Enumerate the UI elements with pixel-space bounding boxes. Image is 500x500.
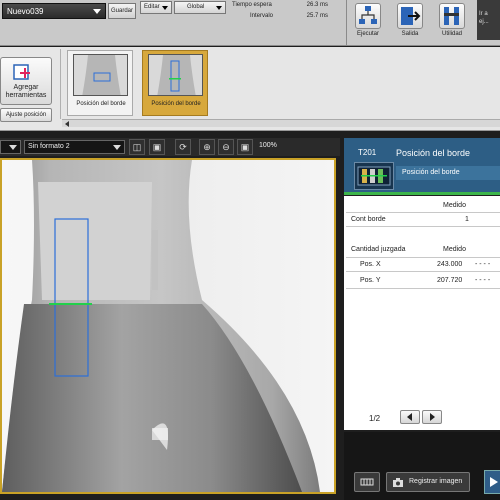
utility-label: Utilidad	[441, 31, 462, 37]
chevron-down-icon	[113, 145, 121, 150]
pos-x-limit: - - - -	[475, 261, 491, 268]
tool-card-edge-position-1[interactable]: Posición del borde	[67, 50, 133, 116]
add-tool-icon	[13, 64, 30, 80]
scene-select[interactable]: Nuevo039	[2, 3, 106, 19]
pos-x-value: 243.000	[437, 261, 463, 268]
chevron-down-icon	[162, 6, 168, 10]
save-button[interactable]: Guardar	[108, 3, 136, 19]
register-image-label: Registrar imagen	[409, 478, 463, 485]
adjust-position-button[interactable]: Ajuste posición	[0, 108, 52, 122]
edge-count-value: 1	[465, 216, 469, 223]
refresh-button[interactable]: ⟳	[175, 139, 191, 155]
register-image-button[interactable]: Registrar imagen	[386, 472, 470, 492]
pos-x-label: Pos. X	[360, 261, 381, 268]
results-page-indicator: 1/2	[369, 414, 381, 423]
interval-label: Intervalo	[250, 13, 274, 19]
zoom-level: 100%	[259, 142, 277, 149]
output-button[interactable]	[397, 3, 423, 29]
tool-thumbnail	[148, 54, 203, 96]
zoom-in-button[interactable]: ⊕	[199, 139, 215, 155]
pos-y-limit: - - - -	[475, 277, 491, 284]
tool-subtitle: Posición del borde	[396, 166, 500, 180]
tool-card-label: Posición del borde	[76, 101, 126, 107]
edit-menu[interactable]: Editar	[140, 1, 172, 14]
camera-icon	[393, 478, 403, 487]
interval-value: 25.7 ms	[306, 13, 328, 19]
zoom-in-icon: ⊕	[203, 142, 211, 152]
scene-name: Nuevo039	[7, 7, 44, 16]
run-button[interactable]	[355, 3, 381, 29]
tool-id: T201	[358, 148, 377, 157]
add-tools-label: Agregar herramientas	[0, 84, 52, 100]
utility-button[interactable]	[439, 3, 465, 29]
chevron-down-icon	[9, 145, 17, 150]
image-list-button[interactable]	[354, 472, 380, 492]
row-divider	[346, 271, 500, 272]
fit-window-icon: ▣	[240, 142, 250, 152]
zoom-out-button[interactable]: ⊖	[218, 139, 234, 155]
layout-icon: ◫	[132, 142, 142, 152]
tool-name: Posición del borde	[396, 148, 471, 158]
pos-y-label: Pos. Y	[360, 277, 381, 284]
run-test-button[interactable]	[484, 470, 500, 494]
row-divider	[346, 212, 500, 213]
judged-measured-header: Medido	[443, 246, 466, 253]
exec-text-2: ej...	[479, 19, 489, 25]
edge-position-tool-icon	[354, 162, 394, 190]
row-divider	[346, 226, 500, 227]
tool-thumbnail	[73, 54, 128, 96]
chevron-down-icon	[216, 6, 222, 10]
wait-time-label: Tiempo espera	[232, 2, 272, 8]
wrench-icon	[444, 7, 459, 25]
flow-icon	[359, 6, 377, 24]
camera-select[interactable]	[0, 140, 21, 154]
row-divider	[346, 288, 500, 289]
go-to-execution-button[interactable]: Ir a ej...	[477, 0, 500, 40]
image-format-select[interactable]: Sin formato 2	[24, 140, 125, 154]
image-format-value: Sin formato 2	[28, 143, 70, 150]
run-label: Ejecutar	[356, 31, 379, 37]
refresh-icon: ⟳	[179, 142, 187, 152]
play-icon	[490, 477, 498, 487]
results-table	[344, 196, 500, 430]
camera-image-view[interactable]	[0, 158, 336, 494]
palette-scrollbar[interactable]	[62, 119, 500, 127]
detected-edge-line	[49, 303, 92, 305]
wait-time-value: 26.3 ms	[306, 2, 328, 8]
lock-image-button[interactable]: ▣	[149, 139, 165, 155]
export-icon	[401, 7, 421, 25]
bottle-image	[2, 160, 334, 492]
exec-text-1: Ir a	[479, 11, 488, 17]
next-page-button[interactable]	[422, 410, 442, 424]
output-label: Salida	[401, 31, 419, 37]
toolbar-divider	[346, 0, 347, 46]
camera-image	[2, 160, 334, 492]
fit-to-window-button[interactable]: ▣	[237, 139, 253, 155]
film-strip-icon	[360, 478, 374, 486]
edge-count-label: Cont borde	[351, 216, 386, 223]
scope-label: Global	[187, 4, 205, 10]
arrow-right-icon	[430, 413, 435, 421]
prev-page-button[interactable]	[400, 410, 420, 424]
display-layout-button[interactable]: ◫	[129, 139, 145, 155]
edit-label: Editar	[144, 4, 160, 10]
add-tools-line2: herramientas	[5, 92, 47, 99]
chevron-down-icon	[93, 9, 101, 14]
col-header-measured: Medido	[443, 202, 466, 209]
tool-card-edge-position-2[interactable]: Posición del borde	[142, 50, 208, 116]
pos-y-value: 207.720	[437, 277, 463, 284]
zoom-out-icon: ⊖	[222, 142, 230, 152]
palette-divider	[60, 49, 61, 119]
scope-menu[interactable]: Global	[174, 1, 226, 14]
add-tools-line1: Agregar	[13, 84, 39, 91]
judged-quantity-label: Cantidad juzgada	[351, 246, 406, 253]
row-divider	[346, 257, 500, 258]
tool-card-label: Posición del borde	[151, 101, 201, 107]
arrow-left-icon	[407, 413, 412, 421]
scroll-left-icon[interactable]	[65, 121, 69, 127]
lock-icon: ▣	[152, 142, 162, 152]
